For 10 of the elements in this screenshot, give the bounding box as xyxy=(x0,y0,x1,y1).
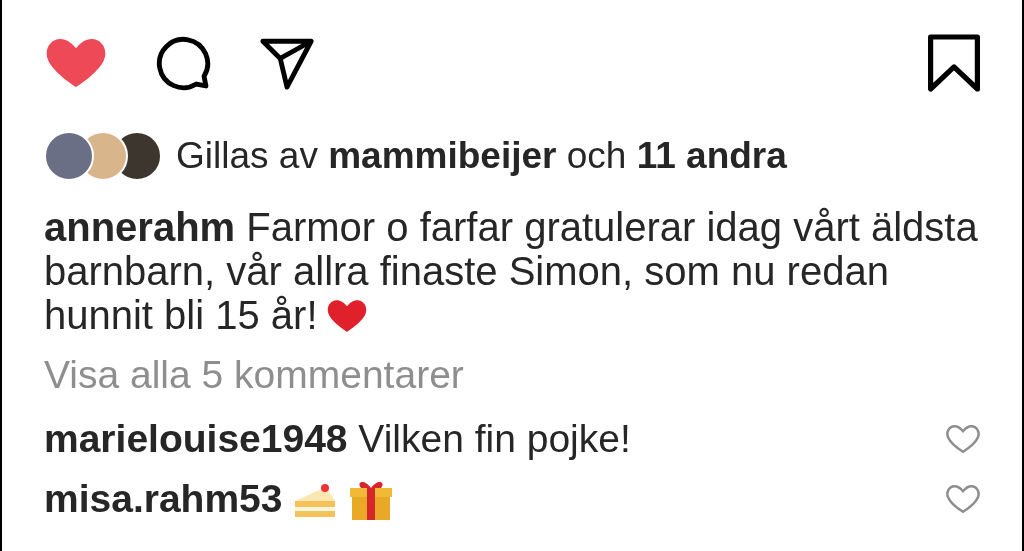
comment-text: misa.rahm53 xyxy=(44,477,283,521)
avatar-photos-drawing[interactable] xyxy=(44,131,162,181)
comment-icon[interactable] xyxy=(154,34,212,92)
caption-text: annerahm Farmor o farfar gratulerar idag vårt äldsta barnbarn, vår allra finaste Simon, som nu redan hunnit bli 15 år! xyxy=(44,205,979,337)
comment-text: marielouise1948 Vilken fin pojke! xyxy=(44,417,631,461)
bookmark-icon[interactable] xyxy=(928,34,980,92)
comment-like-icon[interactable] xyxy=(946,422,980,456)
comment-like-icon[interactable] xyxy=(946,482,980,516)
likes-text: Gillas av mammibeijer och 11 andra xyxy=(176,134,787,178)
view-comments-link[interactable]: Visa alla 5 kommentarer xyxy=(44,353,980,397)
